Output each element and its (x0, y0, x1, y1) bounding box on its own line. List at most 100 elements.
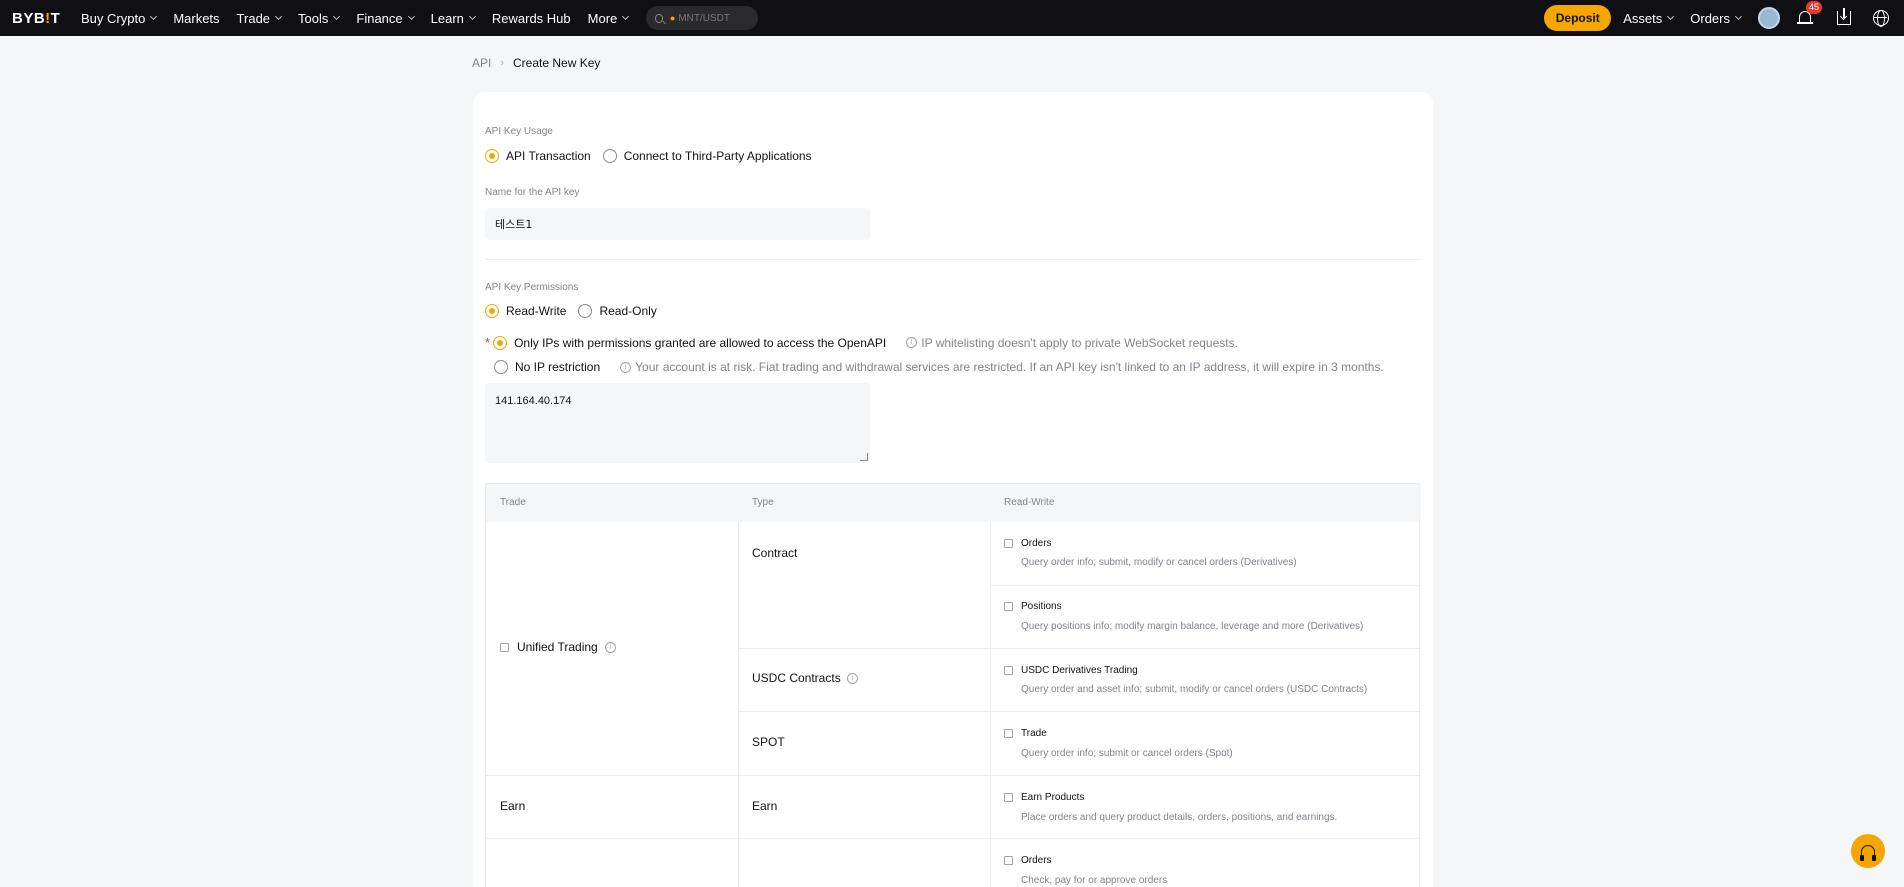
read-only-radio[interactable] (578, 304, 593, 318)
perm-usdc-derivatives-desc: Query order and asset info; submit, modi… (1021, 684, 1368, 695)
perm-spot-trade-desc: Query order info; submit or cancel order… (1021, 748, 1233, 759)
notification-badge: 45 (1806, 1, 1823, 14)
nav-trade[interactable]: Trade (237, 11, 283, 26)
unified-trading-label: Unified Trading (517, 640, 598, 654)
create-key-card: API Key Usage API Transaction Connect to… (473, 92, 1433, 887)
permissions-radio-group: Read-Write Read-Only (485, 304, 657, 318)
search-input[interactable] (678, 12, 759, 24)
nav-markets[interactable]: Markets (173, 11, 219, 26)
perm-earn-products-checkbox[interactable] (1004, 793, 1013, 802)
nav-more[interactable]: More (588, 11, 630, 26)
header-type: Type (752, 497, 774, 508)
name-label: Name for the API key (485, 187, 580, 198)
info-icon: i (620, 361, 632, 373)
usage-api-transaction-radio[interactable] (485, 149, 499, 163)
usage-radio-group: API Transaction Connect to Third-Party A… (485, 149, 812, 163)
perm-usdc-derivatives: USDC Derivatives Trading (1004, 665, 1138, 676)
deposit-button[interactable]: Deposit (1544, 5, 1612, 31)
usage-third-party-radio[interactable] (602, 149, 617, 163)
table-header: Trade Type Read-Write (486, 484, 1421, 522)
ip-restricted-radio[interactable] (493, 335, 508, 350)
download-icon[interactable] (1837, 8, 1851, 25)
perm-spot-trade: Trade (1004, 728, 1047, 739)
chevron-down-icon (1734, 12, 1743, 21)
perm-orders: Orders (1004, 538, 1052, 549)
perm-spot-trade-checkbox[interactable] (1004, 729, 1013, 738)
earn-group-label: Earn (500, 799, 526, 813)
chevron-down-icon (468, 12, 476, 21)
globe-icon[interactable] (1873, 10, 1889, 27)
chevron-down-icon (407, 12, 415, 21)
top-navbar: BYB!T Buy Crypto Markets Trade Tools Fin… (0, 0, 1904, 36)
ip-restricted-label[interactable]: Only IPs with permissions granted are al… (514, 336, 886, 350)
nav-learn[interactable]: Learn (431, 11, 476, 26)
breadcrumb-api-link[interactable]: API (472, 56, 491, 70)
perm-orders-checkbox[interactable] (1004, 539, 1013, 548)
perm-usdc-derivatives-checkbox[interactable] (1004, 666, 1013, 675)
nav-finance[interactable]: Finance (356, 11, 415, 26)
ip-restricted-hint: i IP whitelisting doesn't apply to privat… (906, 336, 1238, 350)
permissions-table: Trade Type Read-Write Unified Trading i … (485, 483, 1421, 887)
usage-label: API Key Usage (485, 126, 553, 137)
type-spot: SPOT (752, 735, 785, 749)
perm-pay-orders: Orders (1004, 855, 1052, 866)
bell-icon[interactable]: 45 (1797, 1, 1823, 26)
avatar[interactable] (1758, 7, 1780, 29)
bybit-logo[interactable]: BYB!T (12, 10, 72, 27)
divider (485, 259, 1421, 260)
read-write-radio[interactable] (485, 304, 499, 318)
info-icon[interactable]: i (604, 641, 616, 653)
nav-buy-crypto[interactable]: Buy Crypto (81, 11, 158, 26)
fire-icon: ● (669, 13, 676, 23)
api-key-name-input[interactable] (485, 208, 870, 240)
nav-right: Deposit Assets Orders 45 (1544, 0, 1904, 36)
nav-tools[interactable]: Tools (298, 11, 341, 26)
permissions-label: API Key Permissions (485, 282, 579, 293)
breadcrumb: API › Create New Key (472, 56, 600, 70)
search-icon (655, 13, 663, 23)
support-chat-button[interactable] (1851, 834, 1885, 868)
perm-orders-desc: Query order info; submit, modify or canc… (1021, 557, 1297, 568)
perm-positions-desc: Query positions info; modify margin bala… (1021, 621, 1364, 632)
perm-earn-products-desc: Place orders and query product details, … (1021, 812, 1338, 823)
ip-address-textarea[interactable]: 141.164.40.174 (485, 383, 870, 463)
header-trade: Trade (500, 497, 526, 508)
type-usdc-contracts: USDC Contracts i (752, 671, 862, 685)
perm-pay-orders-desc: Check, pay for or approve orders (1021, 875, 1168, 886)
read-write-label[interactable]: Read-Write (506, 304, 566, 318)
no-ip-restriction-radio[interactable] (494, 360, 508, 374)
nav-rewards-hub[interactable]: Rewards Hub (492, 11, 571, 26)
headset-icon (1860, 845, 1876, 861)
ip-restricted-row: * Only IPs with permissions granted are … (485, 335, 1238, 350)
read-only-label[interactable]: Read-Only (599, 304, 656, 318)
perm-positions: Positions (1004, 601, 1062, 612)
type-earn: Earn (752, 799, 778, 813)
no-ip-restriction-hint: i Your account is at risk. Fiat trading a… (620, 360, 1384, 374)
page-title: Create New Key (513, 56, 601, 70)
unified-trading-checkbox[interactable] (500, 642, 509, 652)
no-ip-restriction-row: No IP restriction i Your account is at ri… (494, 360, 1384, 374)
chevron-down-icon (622, 12, 630, 21)
perm-positions-checkbox[interactable] (1004, 602, 1013, 611)
chevron-right-icon: › (500, 57, 505, 69)
perm-pay-orders-checkbox[interactable] (1004, 856, 1013, 865)
chevron-down-icon (274, 12, 283, 21)
unified-trading-row: Unified Trading i (500, 640, 620, 654)
required-asterisk: * (485, 335, 491, 350)
perm-earn-products: Earn Products (1004, 792, 1084, 803)
nav-orders[interactable]: Orders (1690, 11, 1743, 26)
search-box[interactable]: ● (646, 6, 759, 30)
info-icon[interactable]: i (846, 672, 858, 684)
info-icon: i (906, 337, 918, 348)
usage-third-party-label[interactable]: Connect to Third-Party Applications (624, 149, 812, 163)
nav-assets[interactable]: Assets (1623, 11, 1675, 26)
no-ip-restriction-label[interactable]: No IP restriction (515, 360, 600, 374)
chevron-down-icon (1667, 12, 1675, 21)
type-contract: Contract (752, 546, 798, 560)
usage-api-transaction-label[interactable]: API Transaction (506, 149, 591, 163)
resize-handle[interactable] (860, 453, 868, 461)
chevron-down-icon (150, 12, 158, 21)
chevron-down-icon (333, 12, 341, 21)
header-read-write: Read-Write (1004, 497, 1055, 508)
main-menu: Buy Crypto Markets Trade Tools Finance L… (81, 6, 759, 30)
